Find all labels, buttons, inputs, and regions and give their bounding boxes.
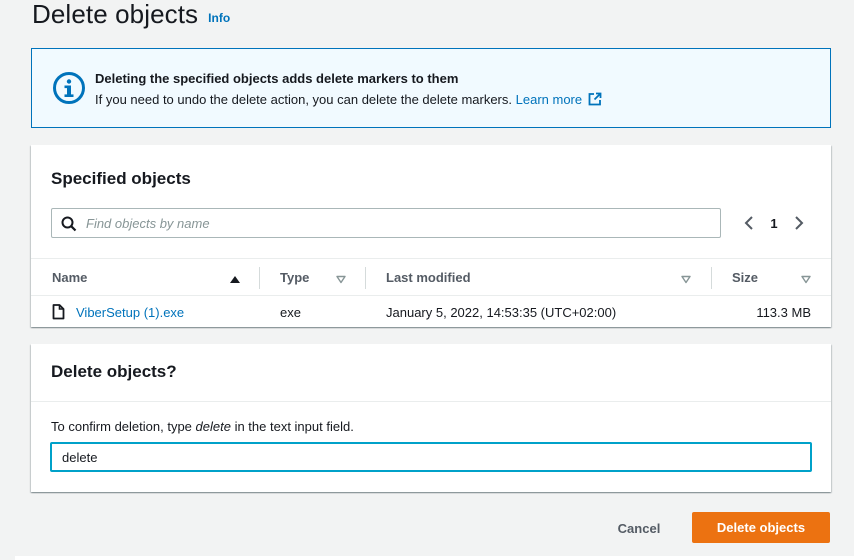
sort-icon[interactable] bbox=[680, 272, 692, 284]
name-cell: ViberSetup (1).exe bbox=[52, 296, 184, 328]
specified-objects-title: Specified objects bbox=[51, 169, 191, 188]
last-modified-cell: January 5, 2022, 14:53:35 (UTC+02:00) bbox=[386, 304, 617, 320]
confirm-text-after: in the text input field. bbox=[230, 419, 354, 434]
file-icon bbox=[52, 304, 65, 320]
column-header-last-modified[interactable]: Last modified bbox=[386, 259, 471, 296]
column-divider[interactable] bbox=[259, 267, 260, 289]
confirm-instructions: To confirm deletion, type delete in the … bbox=[51, 419, 354, 435]
column-divider[interactable] bbox=[711, 267, 712, 289]
search-input[interactable] bbox=[86, 213, 706, 233]
confirm-text-before: To confirm deletion, type bbox=[51, 419, 196, 434]
info-circle-icon bbox=[52, 71, 86, 105]
delete-objects-button[interactable]: Delete objects bbox=[692, 512, 830, 543]
external-link-icon bbox=[588, 92, 602, 110]
footer-panel-edge bbox=[15, 556, 854, 560]
delete-confirmation-panel: Delete objects? To confirm deletion, typ… bbox=[31, 344, 831, 492]
type-cell: exe bbox=[280, 304, 301, 320]
column-header-type[interactable]: Type bbox=[280, 259, 309, 296]
alert-message-text: If you need to undo the delete action, y… bbox=[95, 92, 513, 107]
table-header: Name Type Last modified Size bbox=[31, 258, 831, 296]
page-number-button[interactable]: 1 bbox=[759, 216, 789, 231]
previous-page-button[interactable] bbox=[739, 213, 759, 233]
search-icon bbox=[61, 216, 77, 232]
sort-icon[interactable] bbox=[335, 272, 347, 284]
file-name-link[interactable]: ViberSetup (1).exe bbox=[76, 305, 184, 320]
sort-icon[interactable] bbox=[800, 272, 812, 284]
next-page-button[interactable] bbox=[789, 213, 809, 233]
column-divider[interactable] bbox=[365, 267, 366, 289]
info-alert: Deleting the specified objects adds dele… bbox=[31, 48, 831, 128]
pagination: 1 bbox=[739, 208, 809, 238]
page-header: Delete objects Info bbox=[32, 0, 230, 34]
search-field bbox=[51, 208, 721, 238]
alert-message: If you need to undo the delete action, y… bbox=[95, 92, 602, 110]
column-header-name[interactable]: Name bbox=[52, 259, 87, 296]
learn-more-link[interactable]: Learn more bbox=[516, 92, 602, 107]
table-row: ViberSetup (1).exe exe January 5, 2022, … bbox=[31, 296, 831, 328]
specified-objects-panel: Specified objects 1 Name Type Last modif… bbox=[31, 145, 831, 327]
info-link[interactable]: Info bbox=[208, 12, 230, 24]
divider bbox=[31, 401, 831, 402]
confirm-keyword: delete bbox=[195, 419, 231, 434]
page-title: Delete objects bbox=[32, 0, 199, 29]
sort-ascending-icon[interactable] bbox=[229, 272, 241, 284]
confirm-delete-input[interactable] bbox=[50, 442, 812, 472]
chevron-right-icon bbox=[795, 216, 804, 230]
delete-confirmation-title: Delete objects? bbox=[51, 362, 177, 381]
alert-title: Deleting the specified objects adds dele… bbox=[95, 71, 459, 86]
chevron-left-icon bbox=[744, 216, 753, 230]
cancel-button[interactable]: Cancel bbox=[600, 513, 678, 543]
size-cell: 113.3 MB bbox=[756, 304, 811, 320]
learn-more-label: Learn more bbox=[515, 92, 583, 107]
column-header-size[interactable]: Size bbox=[732, 259, 758, 296]
